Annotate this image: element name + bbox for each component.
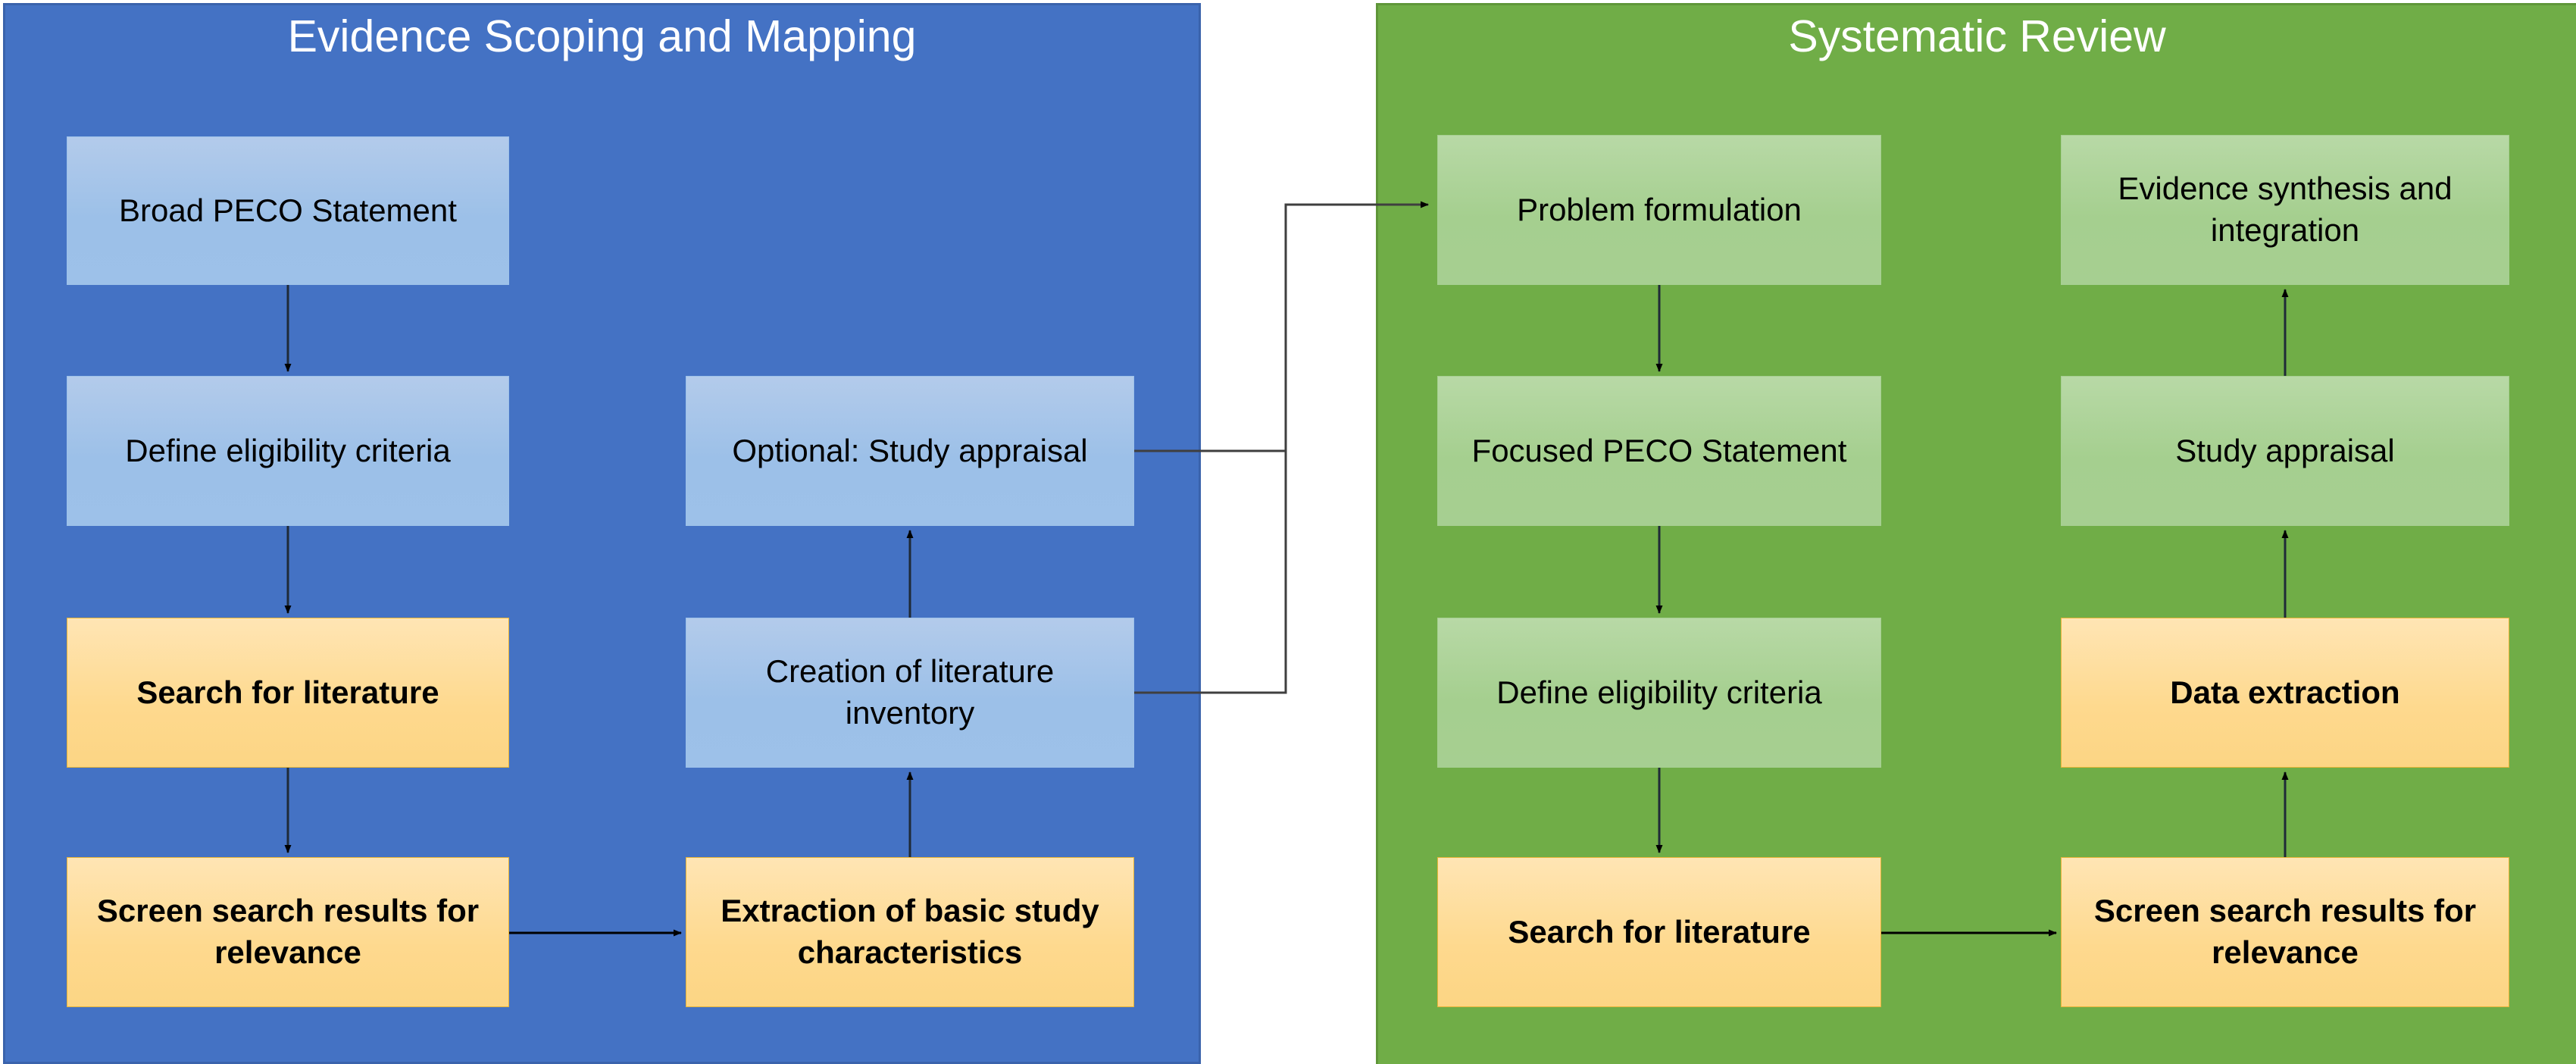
node-extraction-of-basic-study-characteristics[interactable]: Extraction of basic study characteristic… <box>686 857 1134 1007</box>
node-search-for-literature[interactable]: Search for literature <box>67 618 509 768</box>
node-screen-search-results-sr[interactable]: Screen search results for relevance <box>2061 857 2509 1007</box>
node-label: Evidence synthesis and integration <box>2118 171 2453 248</box>
node-creation-of-literature-inventory[interactable]: Creation of literature inventory <box>686 618 1134 768</box>
node-label: Define eligibility criteria <box>125 432 451 468</box>
node-label: Extraction of basic study characteristic… <box>721 893 1099 970</box>
node-screen-search-results-for-relevance[interactable]: Screen search results for relevance <box>67 857 509 1007</box>
node-optional-study-appraisal[interactable]: Optional: Study appraisal <box>686 376 1134 526</box>
node-label: Study appraisal <box>2175 432 2395 468</box>
node-label: Broad PECO Statement <box>119 192 457 228</box>
node-search-for-literature-sr[interactable]: Search for literature <box>1437 857 1881 1007</box>
node-label: Focused PECO Statement <box>1471 432 1847 468</box>
node-label: Screen search results for relevance <box>2093 893 2477 970</box>
panel-title-systematic-review: Systematic Review <box>1788 11 2166 61</box>
node-data-extraction[interactable]: Data extraction <box>2061 618 2509 768</box>
node-label: Search for literature <box>1508 913 1811 950</box>
node-define-eligibility-criteria-sr[interactable]: Define eligibility criteria <box>1437 618 1881 768</box>
node-focused-peco-statement[interactable]: Focused PECO Statement <box>1437 376 1881 526</box>
node-study-appraisal[interactable]: Study appraisal <box>2061 376 2509 526</box>
node-problem-formulation[interactable]: Problem formulation <box>1437 135 1881 285</box>
panel-title-evidence-scoping: Evidence Scoping and Mapping <box>287 11 917 61</box>
node-label: Optional: Study appraisal <box>732 432 1088 468</box>
node-label: Creation of literature inventory <box>765 653 1055 731</box>
node-broad-peco-statement[interactable]: Broad PECO Statement <box>67 136 509 285</box>
node-label: Screen search results for relevance <box>96 893 480 970</box>
node-label: Search for literature <box>136 674 439 710</box>
node-label: Define eligibility criteria <box>1496 674 1822 710</box>
node-evidence-synthesis-and-integration[interactable]: Evidence synthesis and integration <box>2061 135 2509 285</box>
node-label: Data extraction <box>2170 674 2400 710</box>
node-define-eligibility-criteria[interactable]: Define eligibility criteria <box>67 376 509 526</box>
node-label: Problem formulation <box>1517 191 1802 227</box>
